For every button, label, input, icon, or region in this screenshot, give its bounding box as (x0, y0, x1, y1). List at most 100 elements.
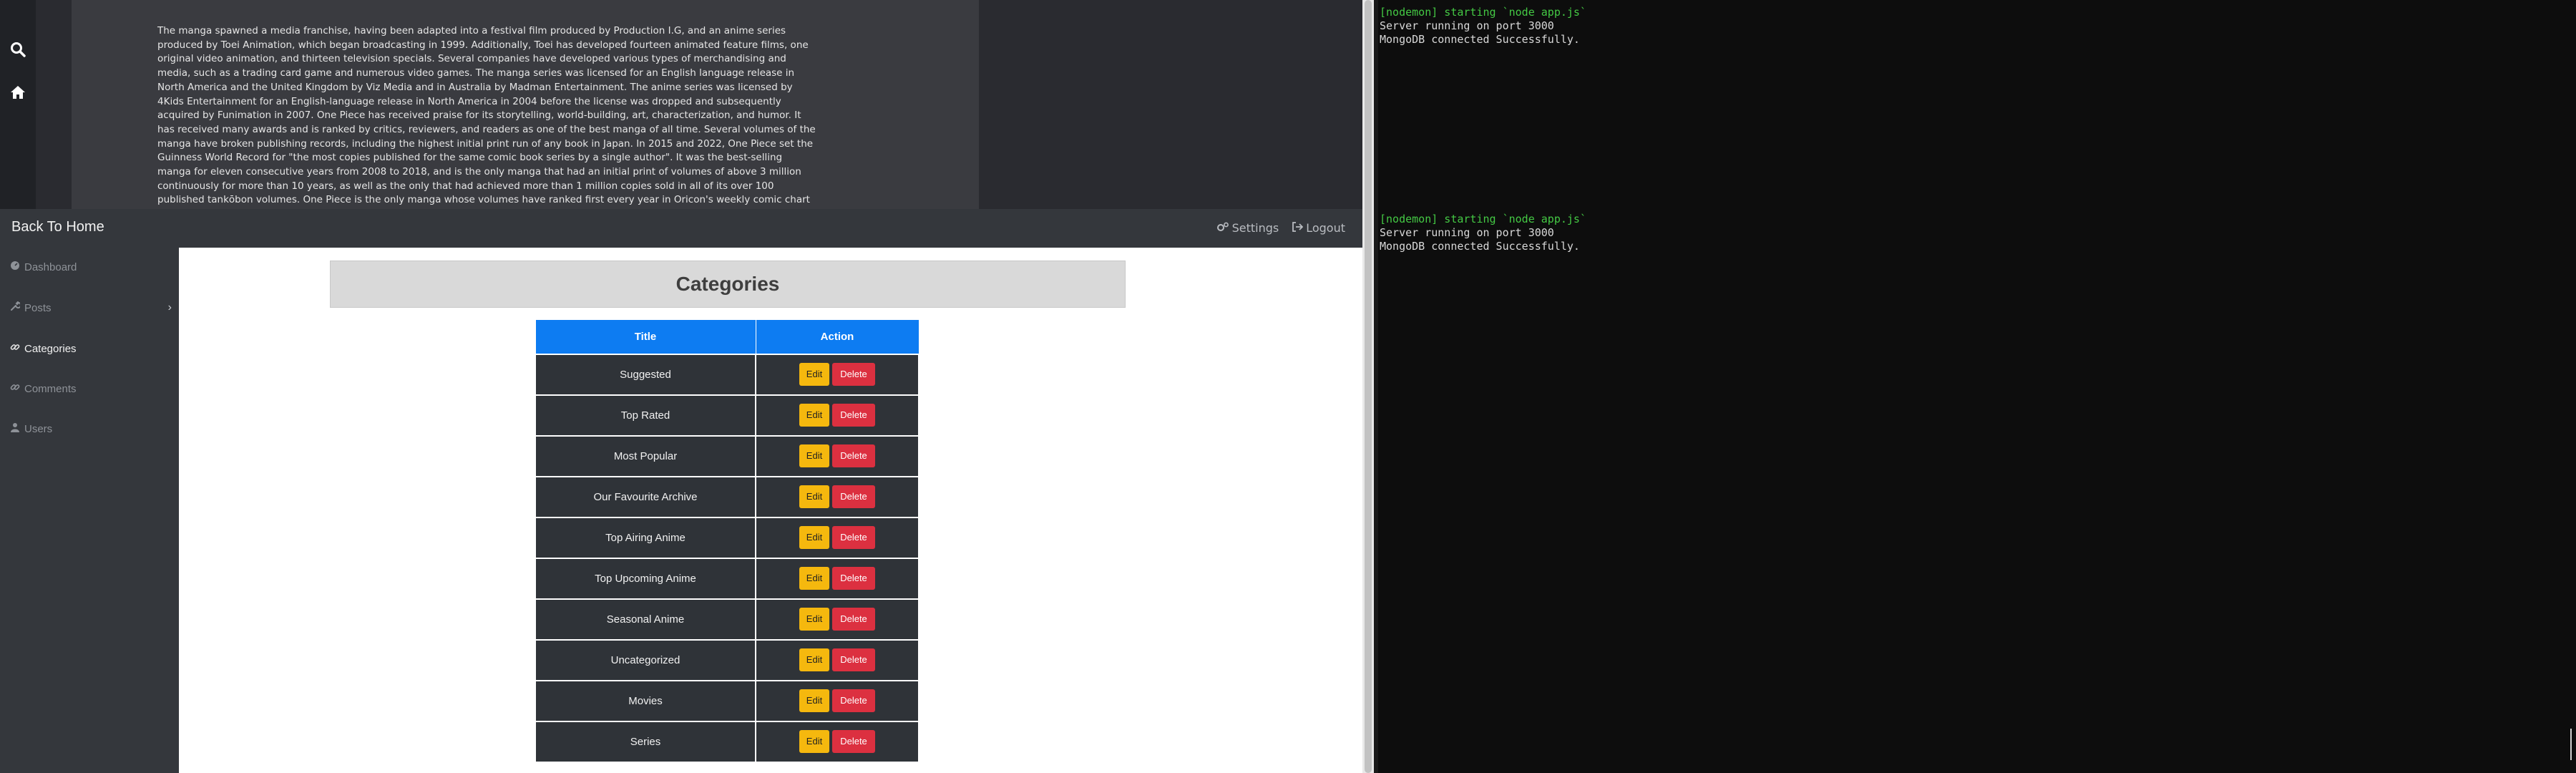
delete-button[interactable]: Delete (832, 567, 875, 590)
sidebar-item-label: Categories (24, 342, 77, 355)
table-row: Our Favourite Archive Edit Delete (535, 475, 919, 518)
scrollbar-thumb[interactable] (1365, 0, 1372, 773)
header-actions: Settings Logout (1216, 221, 1345, 235)
edit-button[interactable]: Edit (799, 730, 829, 753)
logout-link[interactable]: Logout (1292, 221, 1345, 235)
action-cell: Edit Delete (755, 434, 919, 477)
category-title-cell: Most Popular (535, 434, 756, 477)
edit-button[interactable]: Edit (799, 363, 829, 386)
article-text: The manga spawned a media franchise, hav… (157, 25, 816, 220)
delete-button[interactable]: Delete (832, 608, 875, 631)
user-icon (10, 422, 20, 435)
category-title-cell: Series (535, 720, 756, 763)
delete-button[interactable]: Delete (832, 404, 875, 427)
action-cell: Edit Delete (755, 394, 919, 437)
column-header-title: Title (535, 319, 756, 354)
action-cell: Edit Delete (755, 516, 919, 559)
edit-button[interactable]: Edit (799, 485, 829, 508)
table-row: Uncategorized Edit Delete (535, 638, 919, 681)
category-title-cell: Suggested (535, 353, 756, 396)
table-row: Suggested Edit Delete (535, 353, 919, 396)
category-title-cell: Top Upcoming Anime (535, 557, 756, 600)
sidebar-item-categories[interactable]: Categories (10, 342, 172, 355)
category-title-cell: Our Favourite Archive (535, 475, 756, 518)
sidebar-item-comments[interactable]: Comments (10, 382, 172, 395)
table-row: Movies Edit Delete (535, 679, 919, 722)
table-row: Series Edit Delete (535, 720, 919, 763)
delete-button[interactable]: Delete (832, 526, 875, 549)
admin-header: Back To Home Settings Logout (0, 209, 1362, 248)
table-row: Top Rated Edit Delete (535, 394, 919, 437)
table-row: Seasonal Anime Edit Delete (535, 598, 919, 641)
link-icon (10, 342, 20, 355)
category-title-cell: Seasonal Anime (535, 598, 756, 641)
dashboard-icon (10, 261, 20, 273)
action-cell: Edit Delete (755, 638, 919, 681)
column-header-action: Action (755, 319, 919, 354)
action-cell: Edit Delete (755, 598, 919, 641)
sidebar-item-label: Posts (24, 301, 52, 314)
delete-button[interactable]: Delete (832, 444, 875, 467)
sidebar-item-label: Users (24, 422, 53, 435)
edit-button[interactable]: Edit (799, 526, 829, 549)
table-row: Most Popular Edit Delete (535, 434, 919, 477)
sidebar-item-posts[interactable]: Posts › (10, 301, 172, 314)
browser-scrollbar[interactable] (1362, 0, 1374, 773)
terminal-line: MongoDB connected Successfully. (1380, 240, 1580, 253)
delete-button[interactable]: Delete (832, 689, 875, 712)
background-page: The manga spawned a media franchise, hav… (0, 0, 1362, 220)
delete-button[interactable]: Delete (832, 730, 875, 753)
table-header-row: Title Action (535, 319, 919, 354)
terminal-cursor (2570, 729, 2572, 760)
terminal-window: [nodemon] starting `node app.js` Server … (1374, 0, 2576, 773)
page-title-box: Categories (330, 261, 1126, 308)
settings-link[interactable]: Settings (1216, 221, 1279, 235)
edit-button[interactable]: Edit (799, 608, 829, 631)
delete-button[interactable]: Delete (832, 363, 875, 386)
action-cell: Edit Delete (755, 557, 919, 600)
sidebar-item-users[interactable]: Users (10, 422, 172, 435)
page-title: Categories (675, 273, 780, 295)
terminal-line: MongoDB connected Successfully. (1380, 33, 1580, 46)
gears-icon (1216, 221, 1229, 235)
article-panel: The manga spawned a media franchise, hav… (72, 0, 979, 220)
categories-table-body: Suggested Edit Delete Top Rated Edit Delete Mo… (535, 353, 919, 763)
back-to-home-link[interactable]: Back To Home (11, 219, 104, 235)
sidebar-item-label: Comments (24, 382, 77, 395)
related-panel (979, 0, 1362, 209)
terminal-divider (1374, 0, 1378, 773)
edit-button[interactable]: Edit (799, 689, 829, 712)
delete-button[interactable]: Delete (832, 485, 875, 508)
chevron-right-icon[interactable]: › (168, 301, 172, 314)
edit-button[interactable]: Edit (799, 444, 829, 467)
category-title-cell: Movies (535, 679, 756, 722)
action-cell: Edit Delete (755, 353, 919, 396)
terminal-line: [nodemon] starting `node app.js` (1380, 213, 1586, 225)
sidebar-item-dashboard[interactable]: Dashboard (10, 261, 172, 273)
action-cell: Edit Delete (755, 720, 919, 763)
main-content: Categories Title Action Suggested Edit Del… (179, 248, 1362, 773)
sidebar-item-label: Dashboard (24, 261, 77, 273)
category-title-cell: Top Rated (535, 394, 756, 437)
site-nav-rail (0, 0, 36, 209)
search-icon[interactable] (10, 42, 26, 57)
terminal-output-block: [nodemon] starting `node app.js` Server … (1380, 213, 1586, 253)
table-row: Top Airing Anime Edit Delete (535, 516, 919, 559)
categories-table: Title Action Suggested Edit Delete Top Rate… (535, 319, 919, 763)
delete-button[interactable]: Delete (832, 648, 875, 671)
action-cell: Edit Delete (755, 679, 919, 722)
browser-window: The manga spawned a media franchise, hav… (0, 0, 1362, 773)
logout-label: Logout (1306, 221, 1345, 235)
terminal-line: Server running on port 3000 (1380, 19, 1554, 32)
action-cell: Edit Delete (755, 475, 919, 518)
edit-button[interactable]: Edit (799, 404, 829, 427)
home-icon[interactable] (10, 84, 26, 100)
wrench-icon (10, 301, 21, 314)
terminal-line: [nodemon] starting `node app.js` (1380, 6, 1586, 19)
terminal-output-block: [nodemon] starting `node app.js` Server … (1380, 6, 1586, 47)
category-title-cell: Uncategorized (535, 638, 756, 681)
edit-button[interactable]: Edit (799, 567, 829, 590)
logout-icon (1292, 221, 1304, 235)
edit-button[interactable]: Edit (799, 648, 829, 671)
admin-sidebar: Dashboard Posts › Categories Comments Us… (0, 248, 179, 773)
